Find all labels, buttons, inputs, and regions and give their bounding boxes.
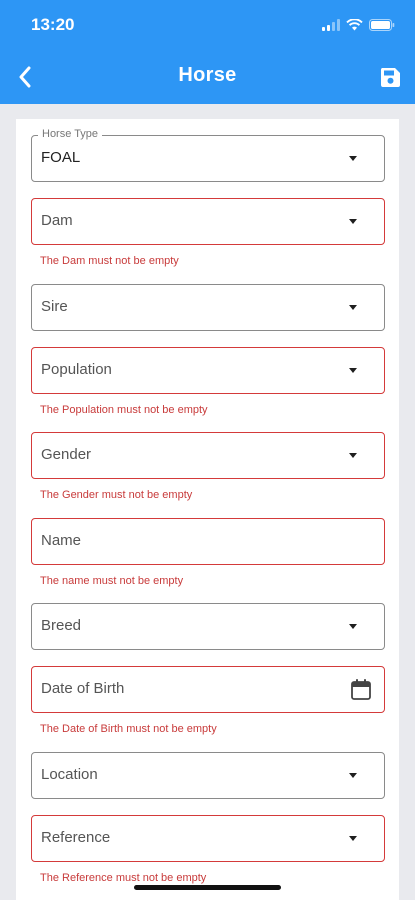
calendar-icon[interactable] (350, 678, 372, 701)
battery-icon (369, 19, 395, 31)
horse-type-select[interactable]: Horse Type FOAL (31, 128, 385, 182)
dropdown-caret-icon (349, 156, 357, 161)
dam-error: The Dam must not be empty (40, 255, 179, 267)
reference-error: The Reference must not be empty (40, 872, 207, 884)
status-icons (322, 16, 395, 34)
signal-icon (322, 19, 340, 31)
wifi-icon (346, 19, 363, 31)
reference-label: Reference (41, 829, 111, 846)
dam-label: Dam (41, 212, 73, 229)
name-error: The name must not be empty (40, 575, 184, 587)
save-button[interactable] (377, 64, 403, 90)
home-indicator (134, 885, 281, 890)
breed-select[interactable]: Breed (31, 603, 385, 650)
location-label: Location (41, 766, 98, 783)
horse-type-label: Horse Type (38, 128, 103, 140)
sire-label: Sire (41, 298, 68, 315)
app-bar: 13:20 Horse (0, 0, 415, 104)
horse-form: Horse Type FOAL Dam The Dam must not be … (16, 119, 399, 900)
sire-select[interactable]: Sire (31, 284, 385, 331)
name-input[interactable]: Name (31, 518, 385, 565)
name-label: Name (41, 532, 82, 549)
dropdown-caret-icon (349, 624, 357, 629)
dropdown-caret-icon (349, 773, 357, 778)
gender-select[interactable]: Gender (31, 432, 385, 479)
reference-select[interactable]: Reference (31, 815, 385, 862)
horse-type-value: FOAL (41, 149, 81, 166)
date-of-birth-input[interactable]: Date of Birth (31, 666, 385, 713)
date-of-birth-label: Date of Birth (41, 680, 125, 697)
gender-error: The Gender must not be empty (40, 489, 193, 501)
status-time: 13:20 (31, 15, 75, 34)
population-error: The Population must not be empty (40, 404, 208, 416)
save-icon (380, 67, 400, 87)
gender-label: Gender (41, 446, 92, 463)
dropdown-caret-icon (349, 453, 357, 458)
breed-label: Breed (41, 617, 82, 634)
dropdown-caret-icon (349, 219, 357, 224)
dropdown-caret-icon (349, 368, 357, 373)
population-select[interactable]: Population (31, 347, 385, 394)
date-of-birth-error: The Date of Birth must not be empty (40, 723, 217, 735)
dropdown-caret-icon (349, 305, 357, 310)
population-label: Population (41, 361, 112, 378)
dam-select[interactable]: Dam (31, 198, 385, 245)
dropdown-caret-icon (349, 836, 357, 841)
location-select[interactable]: Location (31, 752, 385, 799)
page-title: Horse (178, 64, 237, 86)
